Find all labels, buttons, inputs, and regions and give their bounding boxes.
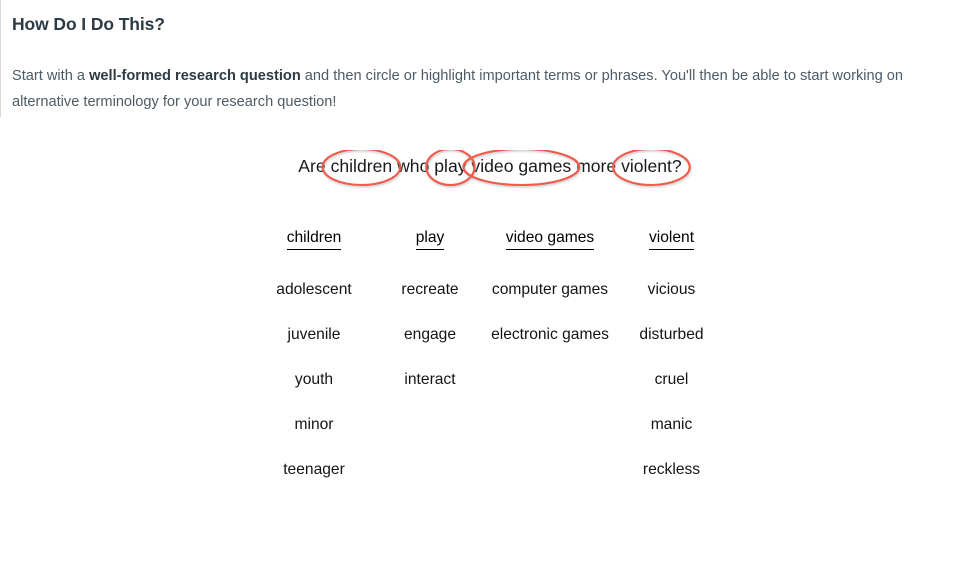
synonym-cell: adolescent	[276, 281, 352, 298]
synonym-table: children play video games violent adolescen…	[253, 228, 728, 481]
synonym-cell: youth	[294, 371, 334, 388]
synonym-cell: reckless	[642, 461, 701, 478]
synonym-cell: engage	[403, 326, 457, 343]
synonym-table-row: youth interact cruel	[253, 346, 728, 391]
synonym-cell: vicious	[647, 281, 696, 298]
research-question-sentence: Are children who play video games more v…	[0, 150, 980, 182]
intro-block: How Do I Do This? Start with a well-form…	[0, 0, 980, 117]
circled-term: video games	[471, 156, 572, 176]
synonym-cell: electronic games	[491, 326, 609, 343]
synonym-table-header-row: children play video games violent	[253, 228, 728, 256]
synonym-column-header: children	[253, 228, 375, 256]
synonym-cell: cruel	[654, 371, 689, 388]
synonym-cell	[485, 346, 615, 391]
synonym-cell	[485, 436, 615, 481]
synonym-cell: manic	[650, 416, 693, 433]
synonym-column-header: play	[375, 228, 485, 256]
synonym-table-body: adolescent recreate computer games vicious j…	[253, 256, 728, 481]
question-word: who	[392, 156, 435, 176]
synonym-cell	[375, 391, 485, 436]
synonym-column-header-label: violent	[648, 228, 695, 250]
synonym-column-header: violent	[615, 228, 728, 256]
synonym-column-header-label: video games	[505, 228, 595, 250]
circled-term: violent?	[621, 156, 682, 176]
intro-text-part1: Start with a	[12, 68, 90, 84]
synonym-column-header-label: play	[415, 228, 445, 250]
synonym-table-row: teenager reckless	[253, 436, 728, 481]
synonym-cell: minor	[294, 416, 334, 433]
research-question-area: Are children who play video games more v…	[0, 150, 980, 212]
page-title: How Do I Do This?	[12, 14, 165, 34]
synonym-cell	[485, 391, 615, 436]
synonym-column-header-label: children	[286, 228, 342, 250]
question-word: Are	[298, 156, 331, 176]
circled-term: children	[330, 156, 393, 176]
synonym-table-head: children play video games violent	[253, 228, 728, 256]
question-word: more	[571, 156, 622, 176]
synonym-cell: teenager	[283, 461, 345, 478]
synonym-table-row: minor manic	[253, 391, 728, 436]
synonym-table-row: juvenile engage electronic games disturbed	[253, 301, 728, 346]
synonym-cell: recreate	[401, 281, 459, 298]
intro-text-bold: well-formed research question	[89, 68, 301, 84]
synonym-cell: juvenile	[287, 326, 341, 343]
intro-paragraph: Start with a well-formed research questi…	[1, 36, 980, 115]
synonym-cell: computer games	[491, 281, 609, 298]
synonym-table-row: adolescent recreate computer games vicious	[253, 256, 728, 301]
synonym-column-header: video games	[485, 228, 615, 256]
circled-term: play	[434, 156, 467, 176]
synonym-cell: disturbed	[639, 326, 704, 343]
synonym-cell	[375, 436, 485, 481]
synonym-cell: interact	[404, 371, 456, 388]
